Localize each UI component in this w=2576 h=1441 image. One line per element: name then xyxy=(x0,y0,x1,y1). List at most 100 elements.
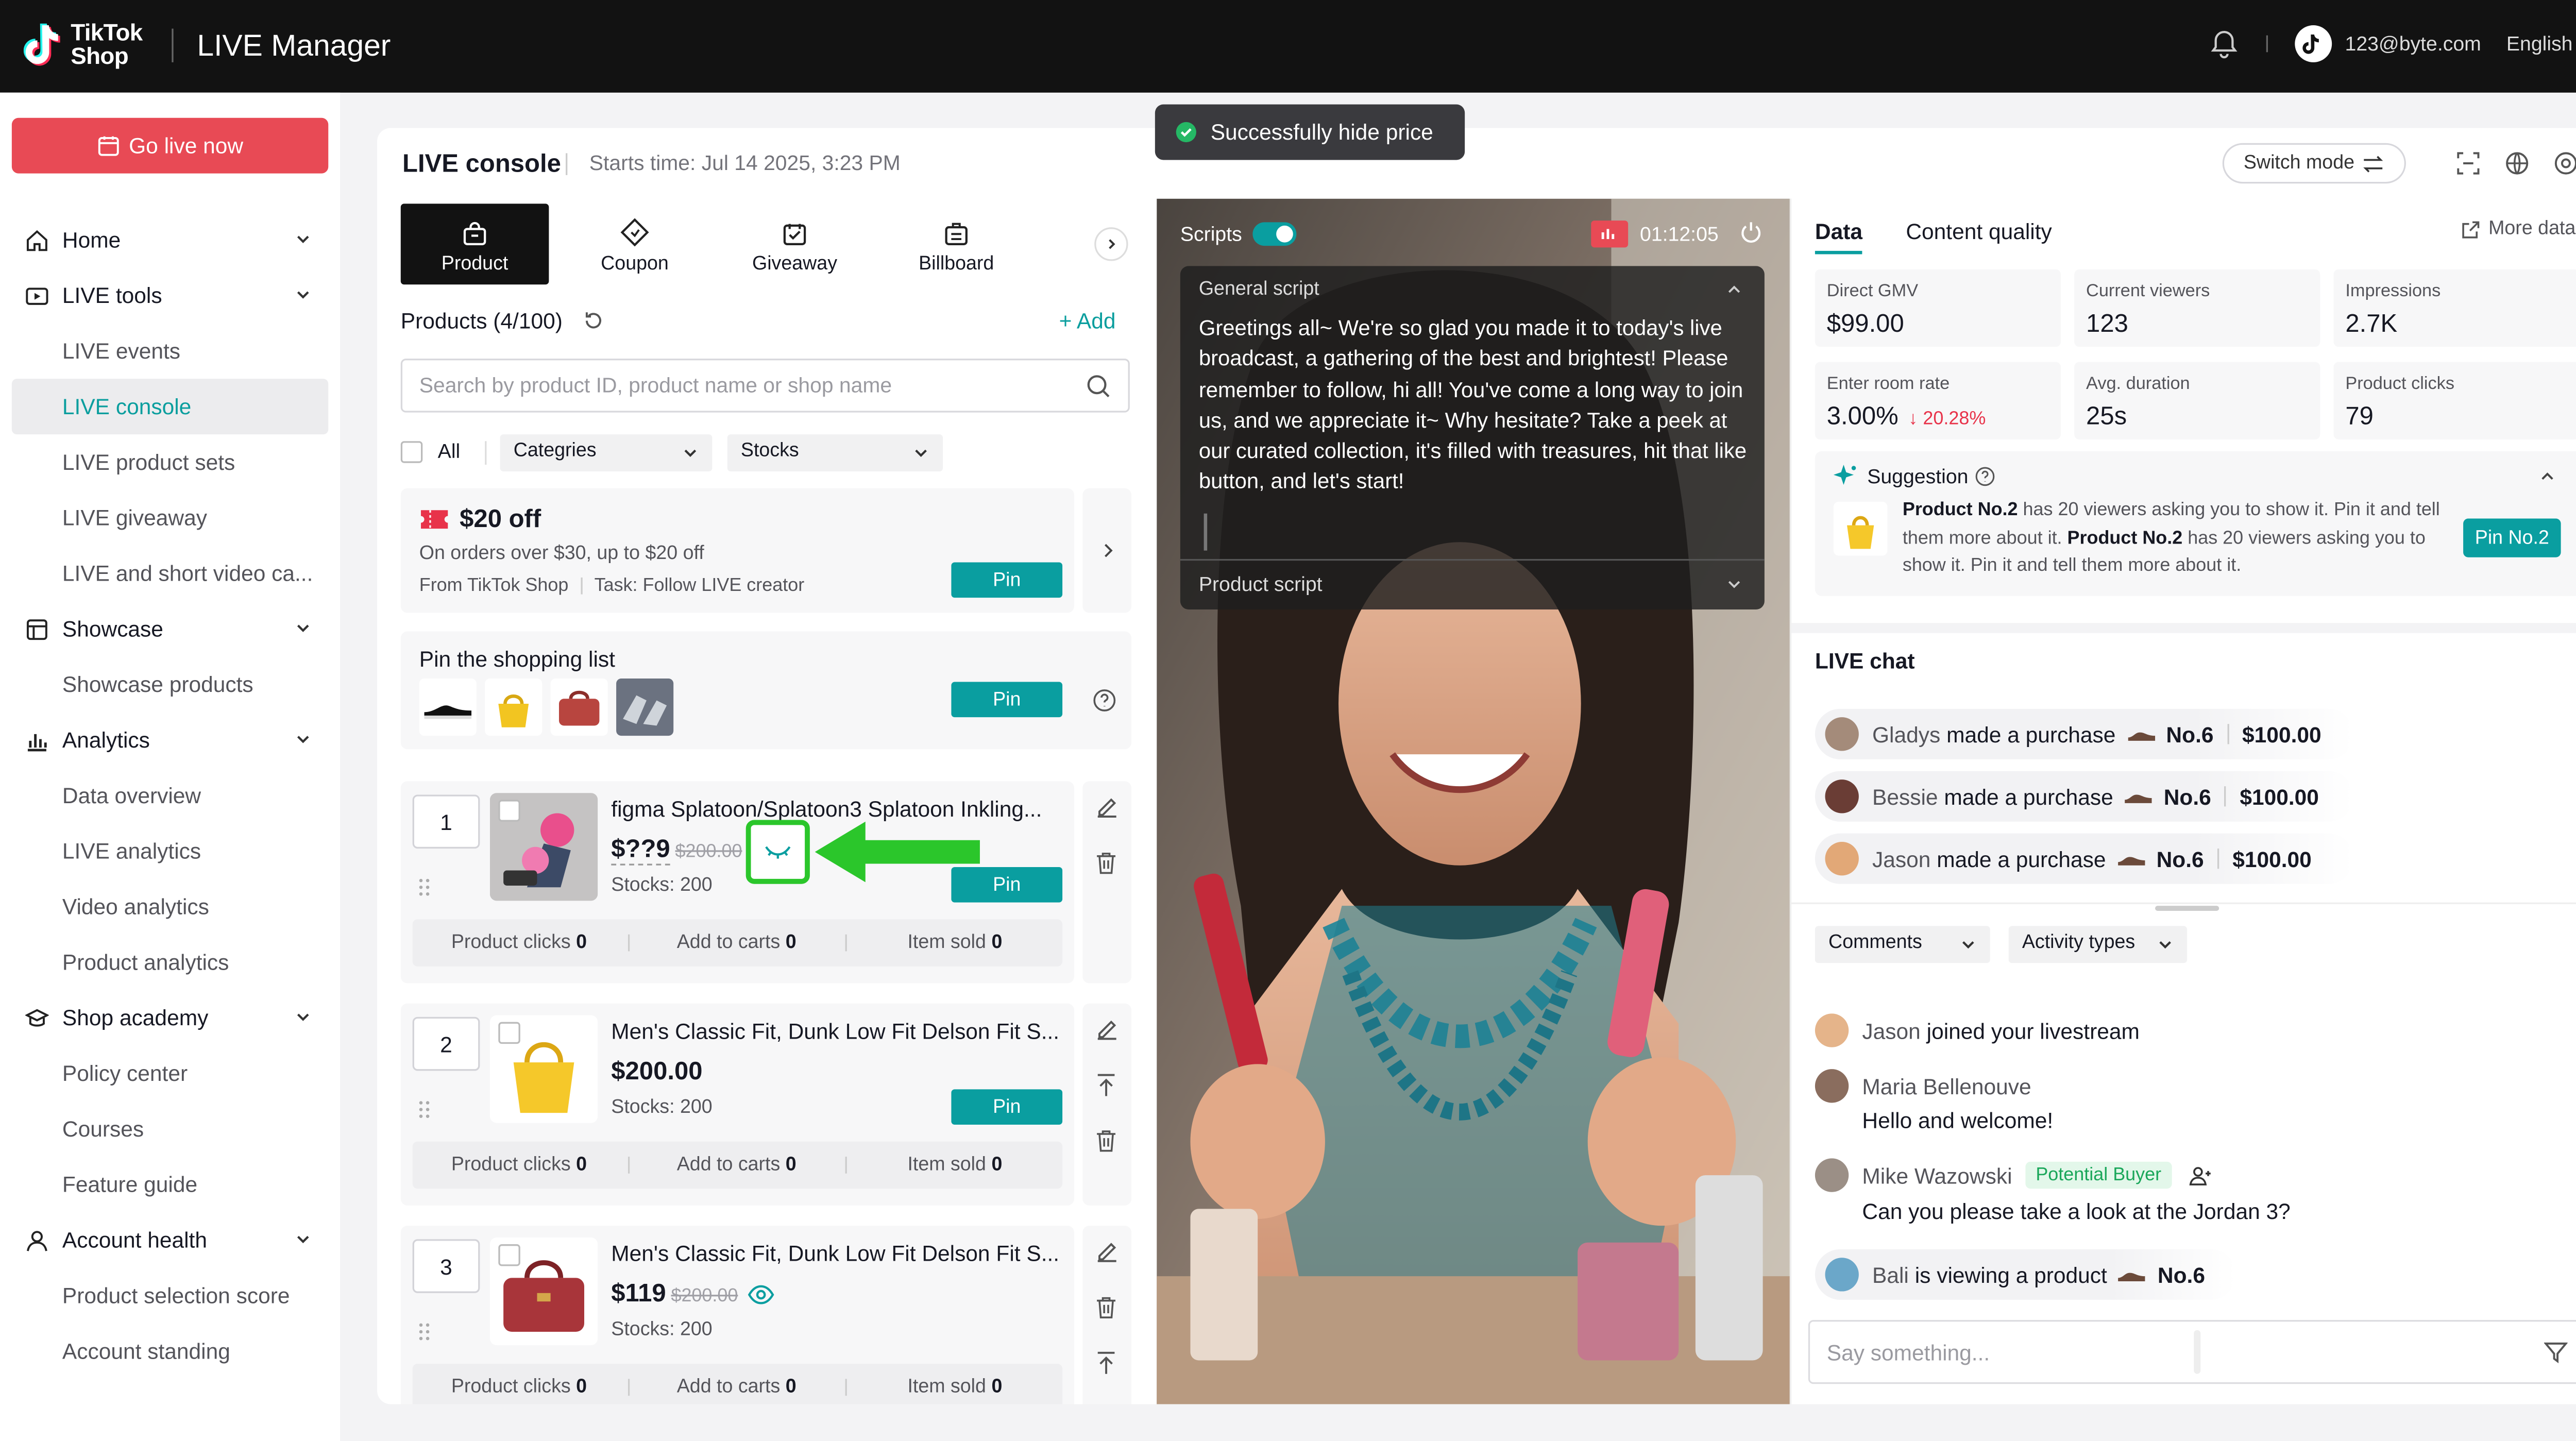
delete-icon[interactable] xyxy=(1094,850,1118,875)
sidebar-item-product-selection-score[interactable]: Product selection score xyxy=(12,1268,328,1324)
chevron-down-icon[interactable] xyxy=(1726,576,1743,593)
sidebar-item-home[interactable]: Home xyxy=(12,212,328,268)
user-email[interactable]: 123@byte.com xyxy=(2345,32,2481,56)
sidebar-item-shop-academy[interactable]: Shop academy xyxy=(12,990,328,1046)
sidebar-item-feature-guide[interactable]: Feature guide xyxy=(12,1157,328,1212)
drag-handle-icon[interactable] xyxy=(417,1099,431,1120)
sidebar-item-showcase[interactable]: Showcase xyxy=(12,601,328,657)
product-checkbox[interactable] xyxy=(498,1244,520,1266)
power-icon[interactable] xyxy=(1739,221,1763,244)
shopping-list-pin-button[interactable]: Pin xyxy=(951,682,1063,718)
sidebar-item-account-health[interactable]: Account health xyxy=(12,1212,328,1268)
sidebar-item-courses[interactable]: Courses xyxy=(12,1101,328,1157)
sidebar-item-showcase-products[interactable]: Showcase products xyxy=(12,657,328,713)
sidebar-item-live-giveaway[interactable]: LIVE giveaway xyxy=(12,490,328,546)
help-icon[interactable] xyxy=(1975,466,1995,486)
comments-filter[interactable]: Comments xyxy=(1815,926,1990,963)
switch-mode-button[interactable]: Switch mode xyxy=(2222,143,2406,184)
chevron-up-icon[interactable] xyxy=(1726,281,1743,298)
hide-price-toggle[interactable] xyxy=(745,820,810,884)
edit-icon[interactable] xyxy=(1094,1017,1120,1042)
product-name[interactable]: Men's Classic Fit, Dunk Low Fit Delson F… xyxy=(611,1241,1065,1266)
chevron-down-icon[interactable] xyxy=(295,231,312,248)
tab-content-quality[interactable]: Content quality xyxy=(1906,219,2052,244)
refresh-icon[interactable] xyxy=(582,310,604,331)
move-to-top-icon[interactable] xyxy=(1094,1073,1118,1098)
sidebar-item-live-and-short-video-ca[interactable]: LIVE and short video ca... xyxy=(12,546,328,601)
sidebar-item-policy-center[interactable]: Policy center xyxy=(12,1045,328,1101)
coupon-next-button[interactable] xyxy=(1082,488,1132,613)
tiktok-shop-logo[interactable]: TikTok Shop xyxy=(23,20,143,67)
chevron-down-icon[interactable] xyxy=(295,731,312,748)
chat-user[interactable]: Maria Bellenouve xyxy=(1862,1073,2031,1098)
globe-icon[interactable] xyxy=(2504,150,2531,177)
tab-product[interactable]: Product xyxy=(400,204,549,285)
sidebar-item-live-analytics[interactable]: LIVE analytics xyxy=(12,823,328,879)
send-icon[interactable] xyxy=(2544,1340,2568,1364)
edit-icon[interactable] xyxy=(1094,794,1120,820)
help-icon[interactable] xyxy=(1093,689,1116,713)
user-profile-icon[interactable] xyxy=(2188,1164,2210,1186)
tab-giveaway[interactable]: Giveaway xyxy=(721,204,869,284)
activity-types-filter[interactable]: Activity types xyxy=(2008,926,2188,963)
sidebar-item-product-analytics[interactable]: Product analytics xyxy=(12,935,328,990)
go-live-button[interactable]: Go live now xyxy=(11,117,329,174)
tab-data[interactable]: Data xyxy=(1815,219,1862,244)
sidebar-item-live-console[interactable]: LIVE console xyxy=(11,379,329,435)
sidebar-item-account-standing[interactable]: Account standing xyxy=(12,1324,328,1379)
settings-icon[interactable] xyxy=(2552,150,2576,177)
move-to-top-icon[interactable] xyxy=(1094,1350,1118,1376)
product-pin-button[interactable]: Pin xyxy=(951,1089,1063,1125)
product-name[interactable]: Men's Classic Fit, Dunk Low Fit Delson F… xyxy=(611,1019,1065,1044)
delete-icon[interactable] xyxy=(1094,1128,1118,1154)
tabs-next-button[interactable] xyxy=(1094,227,1128,261)
sidebar-item-analytics[interactable]: Analytics xyxy=(12,712,328,768)
product-name[interactable]: figma Splatoon/Splatoon3 Splatoon Inklin… xyxy=(611,796,1065,822)
resize-handle[interactable] xyxy=(2155,906,2219,911)
add-product-button[interactable]: + Add xyxy=(1059,308,1116,333)
sidebar-item-live-product-sets[interactable]: LIVE product sets xyxy=(12,434,328,490)
select-all-checkbox[interactable] xyxy=(400,441,423,463)
product-order-number[interactable]: 1 xyxy=(412,794,480,849)
delete-icon[interactable] xyxy=(1094,1295,1118,1320)
stocks-select[interactable]: Stocks xyxy=(727,434,943,472)
tab-billboard[interactable]: Billboard xyxy=(882,204,1030,284)
pin-suggested-product-button[interactable]: Pin No.2 xyxy=(2463,518,2561,557)
buyer-name[interactable]: Gladys xyxy=(1872,721,1940,747)
sidebar-item-live-tools[interactable]: LIVE tools xyxy=(12,268,328,324)
product-search-input[interactable]: Search by product ID, product name or sh… xyxy=(400,359,1130,413)
scripts-toggle[interactable] xyxy=(1252,222,1297,246)
chat-user[interactable]: Mike Wazowski xyxy=(1862,1163,2012,1188)
product-order-number[interactable]: 3 xyxy=(412,1239,480,1293)
chevron-up-icon[interactable] xyxy=(2539,468,2556,485)
search-icon[interactable] xyxy=(1086,374,1111,399)
bell-icon[interactable] xyxy=(2209,29,2239,59)
tab-coupon[interactable]: Coupon xyxy=(561,204,709,284)
sidebar-item-data-overview[interactable]: Data overview xyxy=(12,768,328,823)
drag-handle-icon[interactable] xyxy=(417,877,431,897)
chevron-down-icon[interactable] xyxy=(295,620,312,637)
live-video-preview[interactable]: Scripts 01:12:05 General script Greeting… xyxy=(1157,198,1790,1404)
user-avatar[interactable] xyxy=(2294,25,2332,62)
sidebar-item-video-analytics[interactable]: Video analytics xyxy=(12,879,328,935)
chat-input[interactable]: Say something... xyxy=(1808,1320,2576,1384)
language-selector[interactable]: English xyxy=(2506,32,2573,56)
edit-icon[interactable] xyxy=(1094,1239,1120,1264)
product-checkbox[interactable] xyxy=(498,1022,520,1044)
fullscreen-icon[interactable] xyxy=(2455,150,2482,177)
coupon-pin-button[interactable]: Pin xyxy=(951,562,1063,598)
product-script-label[interactable]: Product script xyxy=(1199,572,1323,596)
chevron-down-icon[interactable] xyxy=(295,1009,312,1026)
buyer-name[interactable]: Jason xyxy=(1872,846,1930,871)
eye-icon[interactable] xyxy=(748,1284,775,1304)
sidebar-item-live-events[interactable]: LIVE events xyxy=(12,323,328,379)
chevron-down-icon[interactable] xyxy=(295,286,312,303)
categories-select[interactable]: Categries xyxy=(500,434,713,472)
drag-handle-icon[interactable] xyxy=(417,1321,431,1342)
product-checkbox[interactable] xyxy=(498,800,520,822)
product-order-number[interactable]: 2 xyxy=(412,1016,480,1071)
chevron-down-icon[interactable] xyxy=(295,1231,312,1248)
viewer-name[interactable]: Bali xyxy=(1872,1262,1909,1287)
joined-user[interactable]: Jason xyxy=(1862,1018,1920,1043)
more-data-link[interactable]: More data xyxy=(2462,219,2575,239)
